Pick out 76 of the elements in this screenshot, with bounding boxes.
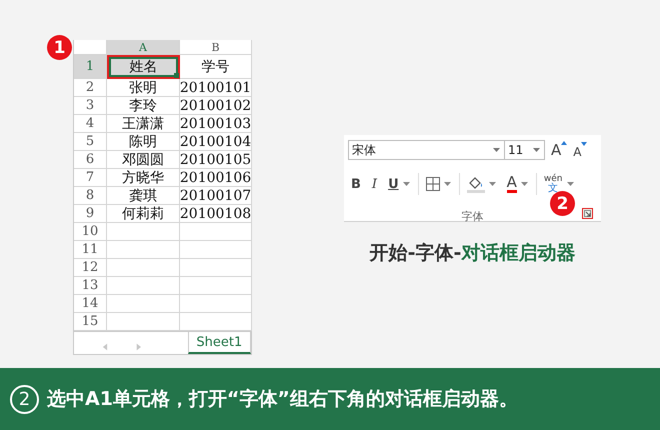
table-cell[interactable]: 20100106: [180, 169, 252, 187]
paint-bucket-icon: [466, 175, 485, 193]
table-cell[interactable]: 李玲: [107, 97, 180, 115]
table-cell[interactable]: 王潇潇: [107, 115, 180, 133]
row-header[interactable]: 6: [74, 151, 107, 169]
row-header[interactable]: 15: [74, 313, 107, 331]
column-header[interactable]: A: [107, 40, 180, 55]
dropdown-icon: [533, 148, 540, 152]
table-cell[interactable]: 20100104: [180, 133, 252, 151]
dropdown-icon: [402, 182, 410, 186]
empty-cell[interactable]: [180, 241, 252, 259]
table-cell[interactable]: 邓圆圆: [107, 151, 180, 169]
dropdown-icon: [520, 182, 528, 186]
caption: 开始-字体-对话框启动器: [368, 241, 576, 266]
font-size-value: 11: [508, 143, 524, 157]
empty-cell[interactable]: [180, 313, 252, 331]
table-cell[interactable]: 姓名: [107, 55, 180, 79]
fill-handle[interactable]: [174, 73, 179, 78]
table-cell[interactable]: 20100108: [180, 205, 252, 223]
fill-color-button[interactable]: [458, 173, 499, 195]
table-cell[interactable]: 20100107: [180, 187, 252, 205]
row-header[interactable]: 8: [74, 187, 107, 205]
scroll-left-icon: [102, 342, 109, 352]
step-number: 2: [10, 384, 39, 414]
table-cell[interactable]: 陈明: [107, 133, 180, 151]
empty-cell[interactable]: [180, 295, 252, 313]
italic-button[interactable]: I: [368, 173, 380, 195]
row-header[interactable]: 1: [74, 55, 107, 79]
instruction-text: 选中A1单元格，打开“字体”组右下角的对话框启动器。: [47, 387, 518, 412]
caret-icon: [581, 142, 588, 146]
borders-button[interactable]: [418, 173, 454, 195]
table-cell[interactable]: 20100102: [180, 97, 252, 115]
table-cell[interactable]: 学号: [180, 55, 252, 79]
table-cell[interactable]: 龚琪: [107, 187, 180, 205]
row-header[interactable]: 14: [74, 295, 107, 313]
empty-cell[interactable]: [180, 223, 252, 241]
row-header[interactable]: 11: [74, 241, 107, 259]
table-cell[interactable]: 张明: [107, 79, 180, 97]
dropdown-icon: [444, 182, 451, 186]
caret-icon: [561, 141, 568, 145]
row-header[interactable]: 4: [74, 115, 107, 133]
scroll-right-icon: [134, 342, 142, 352]
table-cell[interactable]: 20100105: [180, 151, 252, 169]
font-name-field[interactable]: 宋体: [348, 140, 505, 160]
sheet-tab[interactable]: Sheet1: [188, 332, 251, 354]
row-header[interactable]: 7: [74, 169, 107, 187]
increase-font-button[interactable]: A: [551, 141, 568, 159]
row-header[interactable]: 9: [74, 205, 107, 223]
row-header[interactable]: 5: [74, 133, 107, 151]
row-header[interactable]: 13: [74, 277, 107, 295]
row-header[interactable]: 12: [74, 259, 107, 277]
font-name-value: 宋体: [352, 142, 376, 158]
table-cell[interactable]: 方晓华: [107, 169, 180, 187]
empty-cell[interactable]: [180, 277, 252, 295]
row-header[interactable]: 3: [74, 97, 107, 115]
underline-button[interactable]: U: [385, 173, 413, 195]
bold-button[interactable]: B: [348, 173, 364, 195]
step-badge: 2: [550, 191, 575, 216]
group-label: 字体: [462, 209, 484, 224]
row-header[interactable]: 2: [74, 79, 107, 97]
empty-cell[interactable]: [180, 259, 252, 277]
font-color-button[interactable]: A: [504, 173, 531, 195]
dropdown-icon: [488, 182, 496, 186]
table-cell[interactable]: 20100101: [180, 79, 252, 97]
table-cell[interactable]: 20100103: [180, 115, 252, 133]
row-header[interactable]: 10: [74, 223, 107, 241]
table-cell[interactable]: 何莉莉: [107, 205, 180, 223]
decrease-font-button[interactable]: A: [573, 142, 588, 158]
dropdown-icon: [566, 182, 574, 186]
font-size-field[interactable]: 11: [505, 140, 545, 160]
launcher-icon: [584, 210, 591, 217]
dropdown-icon: [493, 148, 500, 152]
grid-icon: [426, 177, 440, 191]
column-header[interactable]: B: [180, 40, 252, 55]
dialog-launcher-button[interactable]: [582, 208, 593, 219]
step-badge: 1: [47, 35, 72, 60]
